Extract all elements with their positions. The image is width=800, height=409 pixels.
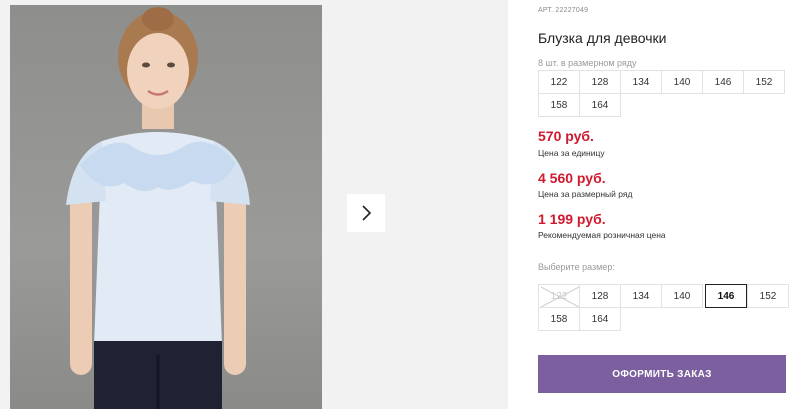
size-row-cell: 146	[702, 70, 744, 94]
size-option[interactable]: 152	[747, 284, 789, 308]
retail-price: 1 199 руб.	[538, 211, 606, 227]
product-photo-illustration	[66, 7, 250, 409]
size-option-label: 122	[550, 290, 568, 302]
size-option[interactable]: 164	[579, 307, 621, 331]
product-title: Блузка для девочки	[538, 30, 667, 46]
size-row-cell: 140	[661, 70, 703, 94]
size-row-caption: 8 шт. в размерном ряду	[538, 58, 637, 68]
size-option[interactable]: 128	[579, 284, 621, 308]
size-row-cell: 128	[579, 70, 621, 94]
size-row-price: 4 560 руб.	[538, 170, 606, 186]
size-row-cell: 152	[743, 70, 785, 94]
size-option-selected[interactable]: 146	[705, 284, 747, 308]
size-row-price-label: Цена за размерный ряд	[538, 189, 633, 199]
place-order-button[interactable]: ОФОРМИТЬ ЗАКАЗ	[538, 355, 786, 393]
size-option[interactable]: 134	[620, 284, 662, 308]
size-row-cell: 158	[538, 93, 580, 117]
size-picker-caption: Выберите размер:	[538, 262, 615, 272]
product-photo	[10, 5, 322, 409]
article-number: АРТ. 22227049	[538, 7, 589, 14]
retail-price-label: Рекомендуемая розничная цена	[538, 230, 666, 240]
size-row-cell: 134	[620, 70, 662, 94]
chevron-right-icon	[362, 205, 372, 221]
size-row-cell: 122	[538, 70, 580, 94]
unit-price-label: Цена за единицу	[538, 148, 605, 158]
next-image-button[interactable]	[347, 194, 385, 232]
size-option[interactable]: 140	[661, 284, 703, 308]
size-option[interactable]: 158	[538, 307, 580, 331]
product-gallery	[0, 0, 508, 409]
unit-price: 570 руб.	[538, 128, 594, 144]
size-row-cell: 164	[579, 93, 621, 117]
size-option-unavailable: 122	[538, 284, 580, 308]
